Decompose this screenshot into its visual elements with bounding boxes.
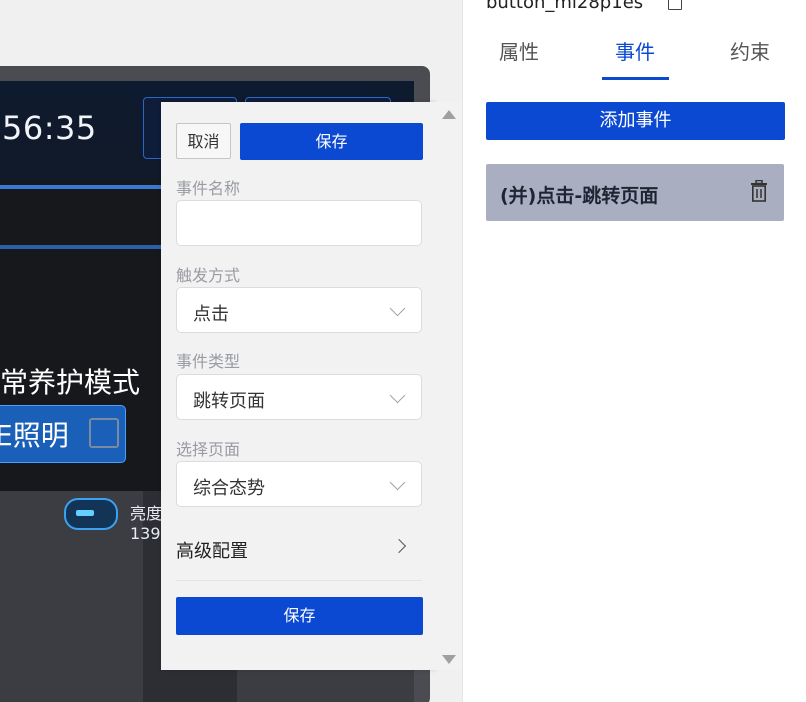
- event-name-label: 事件名称: [176, 179, 241, 198]
- add-event-button[interactable]: 添加事件: [486, 102, 785, 140]
- advanced-config-toggle[interactable]: 高级配置: [176, 537, 248, 563]
- clock-text: 56:35: [2, 109, 97, 147]
- event-type-select[interactable]: 跳转页面: [176, 374, 422, 420]
- brightness-value: 139: [130, 524, 161, 543]
- event-item-label: (并)点击-跳转页面: [500, 185, 659, 207]
- brightness-label: 亮度: [130, 504, 163, 523]
- divider: [176, 580, 422, 581]
- save-button-top[interactable]: 保存: [240, 123, 423, 160]
- scroll-down-icon[interactable]: [442, 655, 456, 664]
- tab-events[interactable]: 事件: [615, 36, 655, 65]
- event-name-input[interactable]: [176, 200, 422, 246]
- save-button-bottom[interactable]: 保存: [176, 597, 423, 635]
- page-select[interactable]: 综合态势: [176, 461, 422, 507]
- trigger-value: 点击: [193, 304, 229, 325]
- cancel-button[interactable]: 取消: [176, 123, 231, 159]
- page-select-label: 选择页面: [176, 440, 241, 459]
- chevron-down-icon: [389, 387, 406, 404]
- trigger-select[interactable]: 点击: [176, 287, 422, 333]
- lighting-checkbox[interactable]: [89, 418, 119, 448]
- trigger-label: 触发方式: [176, 266, 241, 285]
- brightness-icon: [64, 498, 118, 530]
- lighting-label: E照明: [0, 419, 69, 452]
- trash-icon[interactable]: [750, 180, 768, 202]
- event-type-value: 跳转页面: [193, 391, 265, 412]
- popup-scrollbar[interactable]: [436, 102, 462, 670]
- page-select-value: 综合态势: [193, 478, 265, 499]
- mode-title: 常养护模式: [0, 366, 141, 399]
- tab-properties[interactable]: 属性: [499, 36, 539, 65]
- chevron-down-icon: [389, 474, 406, 491]
- active-tab-indicator: [602, 77, 669, 80]
- lighting-button[interactable]: E照明: [0, 405, 126, 463]
- component-name: button_ml28p1es: [486, 0, 644, 13]
- chevron-down-icon: [389, 300, 406, 317]
- event-list-item[interactable]: (并)点击-跳转页面: [486, 164, 784, 221]
- event-type-label: 事件类型: [176, 352, 241, 371]
- tab-constraints[interactable]: 约束: [730, 36, 770, 65]
- scroll-up-icon[interactable]: [442, 110, 456, 119]
- edit-icon[interactable]: [668, 0, 682, 10]
